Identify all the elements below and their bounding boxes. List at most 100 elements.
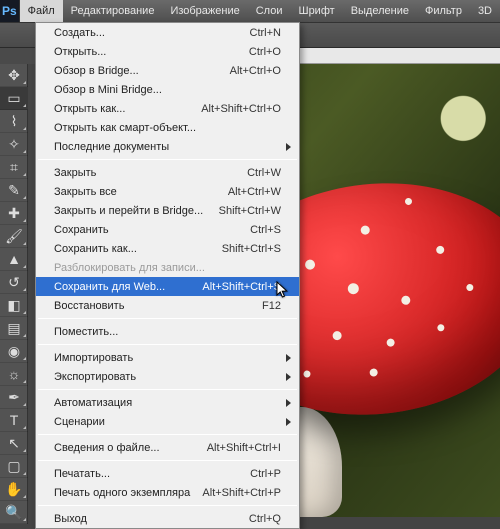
- menu-item-label: Восстановить: [54, 300, 262, 312]
- menu-выделение[interactable]: Выделение: [343, 0, 417, 22]
- menu-item-label: Закрыть и перейти в Bridge...: [54, 205, 219, 217]
- menu-item-label: Закрыть: [54, 167, 247, 179]
- menu-item-label: Обзор в Bridge...: [54, 65, 230, 77]
- menu-item-label: Закрыть все: [54, 186, 228, 198]
- menu-item[interactable]: Создать...Ctrl+N: [36, 23, 299, 42]
- menu-item-label: Экспортировать: [54, 371, 281, 383]
- mushroom-spot: [369, 368, 378, 377]
- menu-item[interactable]: Сохранить для Web...Alt+Shift+Ctrl+S: [36, 277, 299, 296]
- menu-item-label: Открыть...: [54, 46, 249, 58]
- menu-3d[interactable]: 3D: [470, 0, 500, 22]
- menu-item-label: Поместить...: [54, 326, 281, 338]
- file-menu-dropdown[interactable]: Создать...Ctrl+NОткрыть...Ctrl+OОбзор в …: [35, 22, 300, 529]
- mushroom-spot: [347, 282, 359, 294]
- menu-separator: [38, 434, 297, 435]
- menu-слои[interactable]: Слои: [248, 0, 291, 22]
- menu-фильтр[interactable]: Фильтр: [417, 0, 470, 22]
- menu-item[interactable]: Открыть как смарт-объект...: [36, 118, 299, 137]
- menu-item-shortcut: Alt+Ctrl+O: [230, 65, 281, 77]
- menu-separator: [38, 159, 297, 160]
- menu-item-shortcut: Alt+Shift+Ctrl+S: [202, 281, 281, 293]
- gradient-tool[interactable]: ▤: [0, 317, 28, 340]
- mushroom-spot: [404, 198, 412, 206]
- menu-separator: [38, 505, 297, 506]
- menubar: Ps ФайлРедактированиеИзображениеСлоиШриф…: [0, 0, 500, 22]
- menu-item-label: Сохранить для Web...: [54, 281, 202, 293]
- menu-item[interactable]: Закрыть всеAlt+Ctrl+W: [36, 182, 299, 201]
- menu-item-label: Сведения о файле...: [54, 442, 207, 454]
- move-tool[interactable]: ✥: [0, 64, 28, 87]
- blur-tool[interactable]: ◉: [0, 340, 28, 363]
- crop-tool[interactable]: ⌗: [0, 156, 28, 179]
- lasso-tool[interactable]: ⌇: [0, 110, 28, 133]
- menu-item[interactable]: Открыть...Ctrl+O: [36, 42, 299, 61]
- menu-файл[interactable]: Файл: [20, 0, 63, 22]
- pen-tool[interactable]: ✒: [0, 386, 28, 409]
- menu-item[interactable]: ВосстановитьF12: [36, 296, 299, 315]
- menu-шрифт[interactable]: Шрифт: [290, 0, 342, 22]
- mushroom-spot: [305, 259, 316, 270]
- menu-item-shortcut: Ctrl+Q: [249, 513, 281, 525]
- menu-item[interactable]: Импортировать: [36, 348, 299, 367]
- menu-item-shortcut: Ctrl+P: [250, 468, 281, 480]
- menu-item-shortcut: Ctrl+S: [250, 224, 281, 236]
- menu-separator: [38, 344, 297, 345]
- menu-item[interactable]: Поместить...: [36, 322, 299, 341]
- menu-item[interactable]: Автоматизация: [36, 393, 299, 412]
- menu-item[interactable]: Печать одного экземпляраAlt+Shift+Ctrl+P: [36, 483, 299, 502]
- type-tool[interactable]: T: [0, 409, 28, 432]
- menu-item-shortcut: Shift+Ctrl+S: [222, 243, 281, 255]
- stamp-tool[interactable]: ▲: [0, 248, 28, 271]
- menu-item[interactable]: Сохранить как...Shift+Ctrl+S: [36, 239, 299, 258]
- menu-item-shortcut: Alt+Shift+Ctrl+I: [207, 442, 281, 454]
- hand-tool[interactable]: ✋: [0, 478, 28, 501]
- menu-item-label: Открыть как смарт-объект...: [54, 122, 281, 134]
- menu-item-shortcut: Shift+Ctrl+W: [219, 205, 281, 217]
- menu-item-label: Печать одного экземпляра: [54, 487, 202, 499]
- toolbox: ✥▭⌇✧⌗✎✚🖌▲↺◧▤◉☼✒T↖▢✋🔍: [0, 64, 28, 524]
- menu-item[interactable]: Печатать...Ctrl+P: [36, 464, 299, 483]
- path-tool[interactable]: ↖: [0, 432, 28, 455]
- mushroom-spot: [466, 284, 474, 292]
- menu-item-shortcut: Alt+Shift+Ctrl+P: [202, 487, 281, 499]
- menu-item[interactable]: Сценарии: [36, 412, 299, 431]
- menu-item-label: Сценарии: [54, 416, 281, 428]
- heal-tool[interactable]: ✚: [0, 202, 28, 225]
- menu-item[interactable]: Сведения о файле...Alt+Shift+Ctrl+I: [36, 438, 299, 457]
- menu-item[interactable]: ЗакрытьCtrl+W: [36, 163, 299, 182]
- menu-item-label: Открыть как...: [54, 103, 201, 115]
- menu-item[interactable]: СохранитьCtrl+S: [36, 220, 299, 239]
- eyedropper-tool[interactable]: ✎: [0, 179, 28, 202]
- history-brush-tool[interactable]: ↺: [0, 271, 28, 294]
- mushroom-spot: [303, 371, 311, 379]
- menu-item[interactable]: Открыть как...Alt+Shift+Ctrl+O: [36, 99, 299, 118]
- menu-item[interactable]: Экспортировать: [36, 367, 299, 386]
- mushroom-spot: [436, 246, 445, 255]
- menu-изображение[interactable]: Изображение: [162, 0, 247, 22]
- mushroom-spot: [401, 295, 411, 305]
- menu-item-label: Разблокировать для записи...: [54, 262, 281, 274]
- menu-item-shortcut: Ctrl+W: [247, 167, 281, 179]
- app-logo: Ps: [0, 0, 20, 22]
- menu-редактирование[interactable]: Редактирование: [63, 0, 163, 22]
- menu-item[interactable]: ВыходCtrl+Q: [36, 509, 299, 528]
- menu-item[interactable]: Обзор в Bridge...Alt+Ctrl+O: [36, 61, 299, 80]
- mushroom-spot: [361, 226, 371, 236]
- marquee-tool[interactable]: ▭: [0, 87, 28, 110]
- menu-item-label: Сохранить: [54, 224, 250, 236]
- dodge-tool[interactable]: ☼: [0, 363, 28, 386]
- mushroom-spot: [332, 330, 342, 340]
- menu-item-label: Обзор в Mini Bridge...: [54, 84, 281, 96]
- shape-tool[interactable]: ▢: [0, 455, 28, 478]
- eraser-tool[interactable]: ◧: [0, 294, 28, 317]
- menu-item[interactable]: Обзор в Mini Bridge...: [36, 80, 299, 99]
- menu-item-shortcut: F12: [262, 300, 281, 312]
- zoom-tool[interactable]: 🔍: [0, 501, 28, 524]
- menu-item-shortcut: Ctrl+N: [250, 27, 281, 39]
- wand-tool[interactable]: ✧: [0, 133, 28, 156]
- brush-tool[interactable]: 🖌: [0, 225, 28, 248]
- menu-item[interactable]: Последние документы: [36, 137, 299, 156]
- menu-item-label: Создать...: [54, 27, 250, 39]
- menu-item[interactable]: Закрыть и перейти в Bridge...Shift+Ctrl+…: [36, 201, 299, 220]
- menu-item-label: Выход: [54, 513, 249, 525]
